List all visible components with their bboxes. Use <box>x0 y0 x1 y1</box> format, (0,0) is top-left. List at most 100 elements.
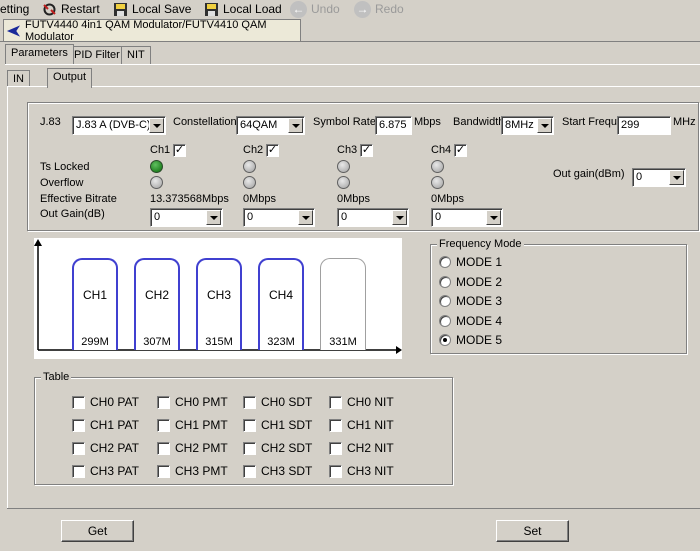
restart-icon <box>43 3 56 15</box>
divider <box>0 41 700 42</box>
table-checkbox-label: CH0 PAT <box>90 395 139 409</box>
channel-gain-select[interactable]: 0 <box>243 208 315 227</box>
out-gain-dbm-select[interactable]: 0 <box>632 168 686 187</box>
channel-enable-checkbox[interactable]: ✓ <box>360 144 373 157</box>
device-tab[interactable]: FUTV4440 4in1 QAM Modulator/FUTV4410 QAM… <box>3 18 301 43</box>
channel-enable-checkbox[interactable]: ✓ <box>266 144 279 157</box>
bandwidth-select[interactable]: 8MHz <box>501 116 554 135</box>
channel-enable-checkbox[interactable]: ✓ <box>173 144 186 157</box>
start-frequency-unit: MHz <box>673 116 696 128</box>
tab-in-label: IN <box>13 73 24 85</box>
set-button[interactable]: Set <box>496 520 569 542</box>
table-checkbox[interactable] <box>72 465 85 478</box>
get-button[interactable]: Get <box>61 520 134 542</box>
ts-locked-indicator <box>431 160 444 173</box>
table-checkbox[interactable] <box>157 396 170 409</box>
symbol-rate-unit: Mbps <box>414 116 441 128</box>
channel-name: Ch1 <box>150 144 171 156</box>
chevron-down-icon[interactable] <box>149 118 164 133</box>
start-frequency-value: 299 <box>621 119 640 131</box>
tab-pid-filter[interactable]: PID Filter <box>68 46 126 64</box>
channel-gain-value: 0 <box>154 211 161 223</box>
channel-name: Ch3 <box>337 144 358 156</box>
channel-slot-name: CH1 <box>82 288 107 302</box>
symbol-rate-input[interactable]: 6.875 <box>375 116 412 135</box>
restart-label: Restart <box>61 2 100 16</box>
table-checkbox[interactable] <box>329 419 342 432</box>
table-checkbox[interactable] <box>243 419 256 432</box>
restart-button[interactable]: Restart <box>42 1 100 17</box>
save-icon <box>114 2 127 16</box>
device-tab-label: FUTV4440 4in1 QAM Modulator/FUTV4410 QAM… <box>25 18 267 43</box>
chevron-down-icon[interactable] <box>288 118 303 133</box>
table-checkbox-label: CH2 PAT <box>90 441 139 455</box>
j83-label: J.83 <box>40 116 61 128</box>
table-checkbox[interactable] <box>243 442 256 455</box>
channel-gain-select[interactable]: 0 <box>150 208 223 227</box>
channel-enable-checkbox[interactable]: ✓ <box>454 144 467 157</box>
channel-slot-frequency: 315M <box>205 336 233 348</box>
table-checkbox[interactable] <box>329 396 342 409</box>
frequency-mode-radio[interactable] <box>439 256 451 268</box>
j83-value: J.83 A (DVB-C) <box>76 119 151 131</box>
tab-nit[interactable]: NIT <box>121 46 151 64</box>
tab-parameters[interactable]: Parameters <box>5 44 74 64</box>
channel-slot-name: CH3 <box>206 288 231 302</box>
frequency-mode-label: MODE 4 <box>456 313 503 328</box>
local-save-button[interactable]: Local Save <box>113 1 191 17</box>
table-checkbox[interactable] <box>157 442 170 455</box>
overflow-indicator <box>150 176 163 189</box>
table-checkbox-label: CH1 NIT <box>347 418 394 432</box>
frequency-mode-radio[interactable] <box>439 334 451 346</box>
setting-label: etting <box>0 2 30 16</box>
symbol-rate-value: 6.875 <box>379 119 407 131</box>
table-checkbox[interactable] <box>243 465 256 478</box>
undo-icon: ← <box>290 0 307 18</box>
chevron-down-icon[interactable] <box>298 210 313 225</box>
frequency-mode-radio[interactable] <box>439 314 451 327</box>
frequency-mode-radio[interactable] <box>439 275 451 288</box>
chevron-down-icon[interactable] <box>486 210 501 225</box>
get-button-label: Get <box>87 524 108 538</box>
table-checkbox-label: CH3 PAT <box>90 464 139 478</box>
overflow-indicator <box>337 176 350 189</box>
frequency-mode-radio[interactable] <box>439 295 451 307</box>
out-gain-db-label: Out Gain(dB) <box>40 208 105 220</box>
table-checkbox[interactable] <box>243 396 256 409</box>
local-load-button[interactable]: Local Load <box>204 1 282 17</box>
table-checkbox[interactable] <box>72 396 85 409</box>
setting-button[interactable]: etting <box>0 1 29 17</box>
tab-pid-filter-label: PID Filter <box>74 49 120 61</box>
table-checkbox[interactable] <box>329 465 342 478</box>
channel-gain-value: 0 <box>341 211 348 223</box>
table-checkbox[interactable] <box>157 465 170 478</box>
redo-button[interactable]: → Redo <box>354 0 404 18</box>
overflow-label: Overflow <box>40 177 84 189</box>
table-checkbox[interactable] <box>329 442 342 455</box>
frequency-mode-label: MODE 3 <box>456 294 503 308</box>
channel-gain-select[interactable]: 0 <box>337 208 409 227</box>
undo-button[interactable]: ← Undo <box>290 0 340 18</box>
channel-slot: CH1 299M <box>72 258 118 350</box>
channel-gain-select[interactable]: 0 <box>431 208 503 227</box>
tab-output[interactable]: Output <box>47 68 93 88</box>
local-load-label: Local Load <box>223 2 282 16</box>
chevron-down-icon[interactable] <box>669 170 684 185</box>
table-checkbox[interactable] <box>72 419 85 432</box>
chevron-down-icon[interactable] <box>537 118 552 133</box>
channel-name: Ch4 <box>431 144 452 156</box>
table-checkbox[interactable] <box>72 442 85 455</box>
effective-bitrate-value: 0Mbps <box>431 193 465 205</box>
start-frequency-input[interactable]: 299 <box>617 116 671 135</box>
overflow-indicator <box>243 176 256 189</box>
j83-select[interactable]: J.83 A (DVB-C) <box>72 116 166 135</box>
tab-output-label: Output <box>53 71 87 83</box>
table-checkbox[interactable] <box>157 419 170 432</box>
table-checkbox-label: CH2 SDT <box>261 441 313 455</box>
chevron-down-icon[interactable] <box>392 210 407 225</box>
bandwidth-label: Bandwidth <box>453 116 505 128</box>
constellation-select[interactable]: 64QAM <box>236 116 305 135</box>
ts-locked-indicator <box>150 160 163 173</box>
table-checkbox-label: CH1 SDT <box>261 418 313 432</box>
chevron-down-icon[interactable] <box>206 210 221 225</box>
